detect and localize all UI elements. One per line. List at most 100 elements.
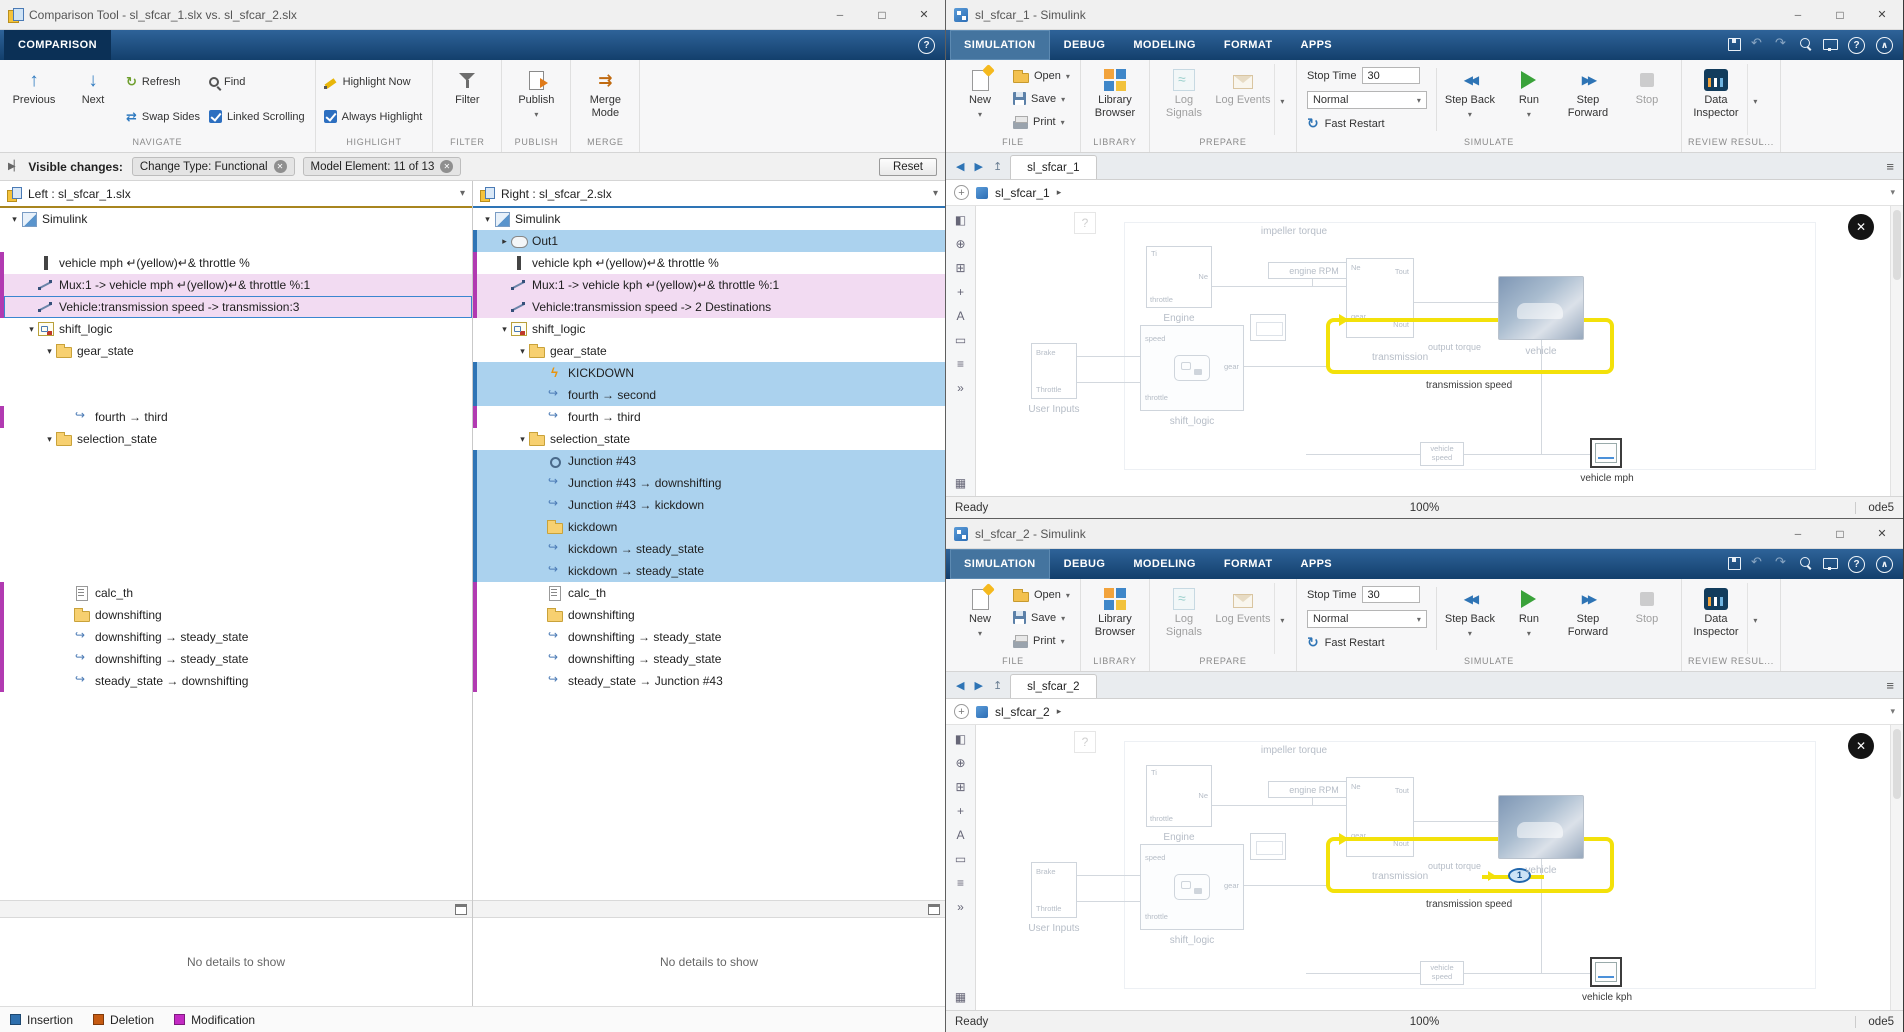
ribbon-tab[interactable]: APPS <box>1286 30 1346 60</box>
chip-close-icon[interactable] <box>440 160 454 173</box>
ribbon-tab[interactable]: SIMULATION <box>950 30 1050 60</box>
user-inputs-block[interactable]: Brake Throttle <box>1031 862 1077 918</box>
save-icon[interactable] <box>1727 37 1741 54</box>
document-tab[interactable]: sl_sfcar_1 <box>1010 155 1097 179</box>
swap-sides-button[interactable]: Swap Sides <box>124 109 204 125</box>
step-forward-button[interactable]: Step Forward <box>1560 64 1616 135</box>
breadcrumb[interactable]: sl_sfcar_1 <box>995 186 1050 200</box>
nav-back-icon[interactable]: ◀ <box>956 160 964 173</box>
zoom-icon[interactable]: ⊕ <box>951 236 971 251</box>
comparison-titlebar[interactable]: Comparison Tool - sl_sfcar_1.slx vs. sl_… <box>0 0 945 30</box>
close-button[interactable] <box>1861 519 1903 548</box>
ribbon-tab[interactable]: MODELING <box>1119 549 1209 579</box>
ribbon-tab[interactable]: FORMAT <box>1210 30 1287 60</box>
ribbon-tab[interactable]: SIMULATION <box>950 549 1050 579</box>
chip-close-icon[interactable] <box>273 160 287 173</box>
tree-row[interactable]: kickdown <box>473 516 945 538</box>
filter-chip[interactable]: Change Type: Functional <box>131 157 295 176</box>
tree-row[interactable]: gear_state <box>473 340 945 362</box>
model-canvas[interactable]: ? impeller torque Ti throttle <box>976 725 1890 1010</box>
step-forward-button[interactable]: Step Forward <box>1560 583 1616 654</box>
tree-row[interactable]: Out1 <box>473 230 945 252</box>
log-signals-button[interactable]: Log Signals <box>1156 64 1212 135</box>
log-events-button[interactable]: Log Events <box>1215 64 1271 135</box>
tree-row[interactable]: Vehicle:transmission speed -> 2 Destinat… <box>473 296 945 318</box>
tree-row[interactable]: downshifting → steady_state <box>0 648 472 670</box>
left-pane-header[interactable]: Left : sl_sfcar_1.slx <box>0 181 472 208</box>
engine-block[interactable]: Ti throttle Ne <box>1146 765 1212 827</box>
tree-row[interactable] <box>0 472 472 494</box>
redo-icon[interactable] <box>1775 35 1789 54</box>
ribbon-tab[interactable]: MODELING <box>1119 30 1209 60</box>
screen-icon[interactable] <box>1823 37 1838 54</box>
new-button[interactable]: New <box>952 64 1008 135</box>
close-highlight-button[interactable] <box>1848 214 1874 240</box>
tree-row[interactable]: vehicle mph ↵(yellow)↵& throttle % <box>0 252 472 274</box>
save-button[interactable]: Save <box>1011 610 1074 625</box>
tab-list-icon[interactable]: ≡ <box>1877 672 1903 698</box>
help-ghost-button[interactable]: ? <box>1074 731 1096 753</box>
hide-browser-icon[interactable]: ◧ <box>951 731 971 746</box>
expander-icon[interactable] <box>498 324 511 335</box>
undo-icon[interactable] <box>1751 35 1765 54</box>
log-signals-button[interactable]: Log Signals <box>1156 583 1212 654</box>
minimize-button[interactable] <box>1777 519 1819 548</box>
tree-row[interactable]: Mux:1 -> vehicle kph ↵(yellow)↵& throttl… <box>473 274 945 296</box>
help-ghost-button[interactable]: ? <box>1074 212 1096 234</box>
minimize-button[interactable] <box>1777 0 1819 29</box>
tree-row[interactable]: calc_th <box>0 582 472 604</box>
tree-row[interactable]: steady_state → Junction #43 <box>473 670 945 692</box>
next-button[interactable]: Next <box>65 64 121 135</box>
step-back-button[interactable]: Step Back <box>1442 64 1498 135</box>
vertical-scrollbar[interactable] <box>1890 206 1903 496</box>
fit-view-icon[interactable]: ⊞ <box>951 260 971 275</box>
maximize-button[interactable] <box>861 0 903 29</box>
nav-up-icon[interactable]: ↥ <box>993 679 1002 692</box>
help-icon[interactable] <box>918 36 935 54</box>
tree-row[interactable] <box>0 516 472 538</box>
shift-logic-block[interactable]: speed throttle gear <box>1140 325 1244 411</box>
publish-button[interactable]: Publish <box>508 64 564 135</box>
tree-row[interactable]: gear_state <box>0 340 472 362</box>
nav-forward-icon[interactable]: ▶ <box>974 160 982 173</box>
refresh-button[interactable]: Refresh <box>124 74 204 90</box>
close-button[interactable] <box>1861 0 1903 29</box>
expander-icon[interactable] <box>516 434 529 445</box>
screen-icon[interactable] <box>1823 556 1838 573</box>
document-tab[interactable]: sl_sfcar_2 <box>1010 674 1097 698</box>
stop-time-input[interactable] <box>1362 586 1421 603</box>
gallery-expand-button[interactable] <box>1746 64 1763 135</box>
scope-block[interactable] <box>1590 957 1622 987</box>
data-inspector-button[interactable]: Data Inspector <box>1688 583 1744 654</box>
pan-icon[interactable]: + <box>951 803 971 818</box>
open-button[interactable]: Open <box>1011 69 1074 84</box>
print-button[interactable]: Print <box>1011 114 1074 130</box>
collapse-filters-icon[interactable] <box>8 161 19 172</box>
display-block[interactable] <box>1250 314 1286 341</box>
ribbon-tab[interactable]: DEBUG <box>1050 549 1120 579</box>
open-button[interactable]: Open <box>1011 588 1074 603</box>
search-icon[interactable] <box>1799 556 1813 573</box>
model-browser-icon[interactable]: ▦ <box>951 989 971 1004</box>
log-events-button[interactable]: Log Events <box>1215 583 1271 654</box>
step-back-button[interactable]: Step Back <box>1442 583 1498 654</box>
chevron-down-icon[interactable] <box>933 188 938 199</box>
run-button[interactable]: Run <box>1501 583 1557 654</box>
minimize-button[interactable] <box>819 0 861 29</box>
linked-scrolling-checkbox[interactable]: Linked Scrolling <box>207 109 309 124</box>
tree-row[interactable]: steady_state → downshifting <box>0 670 472 692</box>
gallery-expand-button[interactable] <box>1746 583 1763 654</box>
ribbon-tab[interactable]: APPS <box>1286 549 1346 579</box>
ribbon-tab[interactable]: DEBUG <box>1050 30 1120 60</box>
annotation-icon[interactable]: A <box>951 308 971 323</box>
close-highlight-button[interactable] <box>1848 733 1874 759</box>
stop-button[interactable]: Stop <box>1619 583 1675 654</box>
tab-comparison[interactable]: COMPARISON <box>4 30 111 60</box>
print-button[interactable]: Print <box>1011 633 1074 649</box>
chevron-down-icon[interactable] <box>1890 187 1895 198</box>
tree-row[interactable]: downshifting <box>0 604 472 626</box>
tree-row[interactable] <box>0 384 472 406</box>
always-highlight-checkbox[interactable]: Always Highlight <box>322 109 427 124</box>
tree-row[interactable]: calc_th <box>473 582 945 604</box>
expander-icon[interactable] <box>8 214 21 225</box>
